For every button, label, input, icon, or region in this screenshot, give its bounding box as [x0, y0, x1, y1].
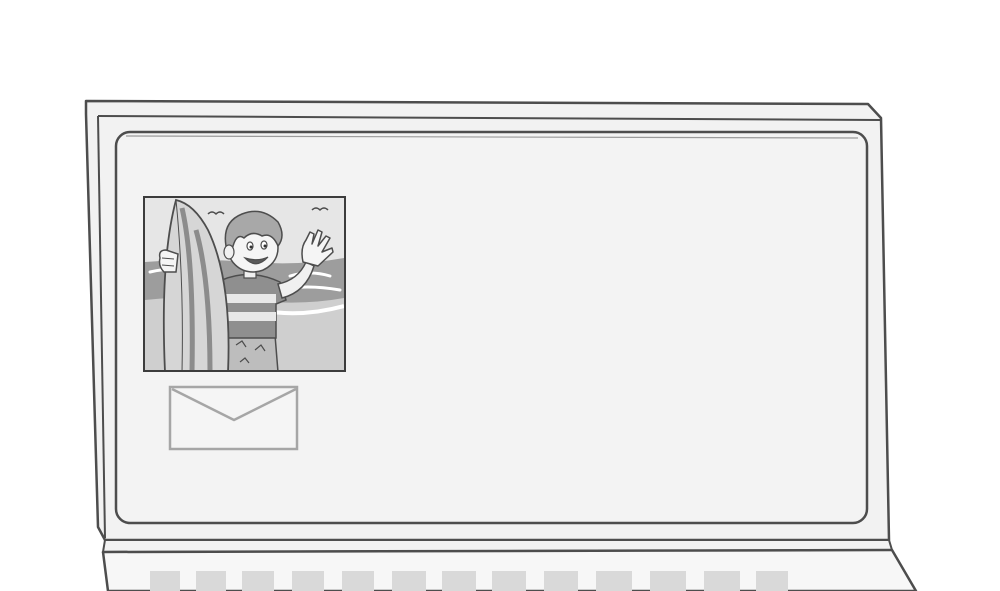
keyboard-key[interactable] [650, 571, 686, 591]
laptop-illustration [84, 99, 918, 591]
keyboard-key[interactable] [196, 571, 226, 591]
keyboard-key[interactable] [756, 571, 788, 591]
keyboard-key[interactable] [242, 571, 274, 591]
keyboard-key[interactable] [342, 571, 374, 591]
boy-shorts [225, 334, 279, 370]
keyboard-key[interactable] [596, 571, 632, 591]
keyboard-key[interactable] [292, 571, 324, 591]
keyboard-key[interactable] [150, 571, 180, 591]
keyboard-key[interactable] [442, 571, 476, 591]
laptop-base [101, 539, 918, 591]
keyboard-key[interactable] [492, 571, 526, 591]
photo-window [143, 196, 346, 372]
keyboard-key[interactable] [544, 571, 578, 591]
envelope-icon[interactable] [168, 385, 299, 451]
boy-shirt [221, 273, 287, 339]
boy-holding-hand [158, 249, 179, 273]
keyboard-key[interactable] [704, 571, 740, 591]
keyboard-key[interactable] [392, 571, 426, 591]
